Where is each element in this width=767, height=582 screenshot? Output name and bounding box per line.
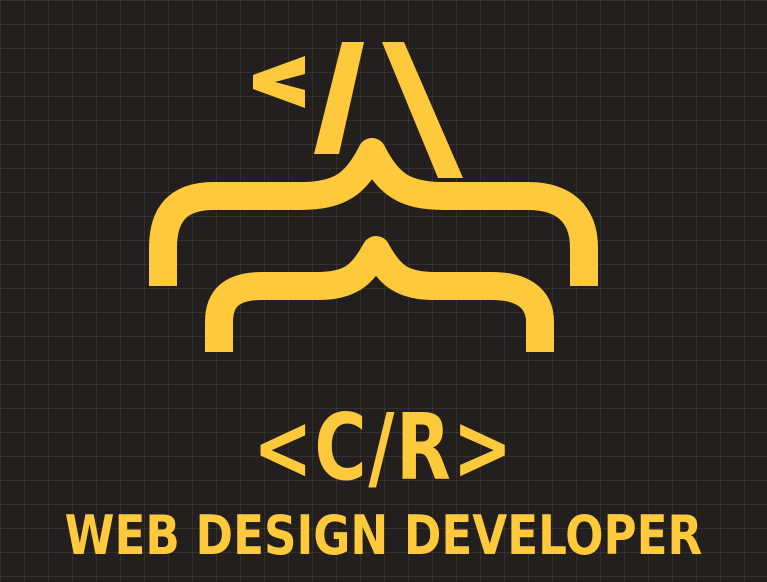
logo-tagline: WEB DESIGN DEVELOPER xyxy=(64,504,703,567)
lower-brace-icon xyxy=(205,236,554,352)
backslash-icon xyxy=(382,42,463,178)
code-brace-peak-icon xyxy=(149,42,598,352)
angle-bracket-icon xyxy=(253,56,305,108)
slash-icon xyxy=(314,42,364,154)
logo-monogram: <C/R> xyxy=(253,394,514,501)
logo-canvas: <C/R> WEB DESIGN DEVELOPER xyxy=(0,0,767,582)
